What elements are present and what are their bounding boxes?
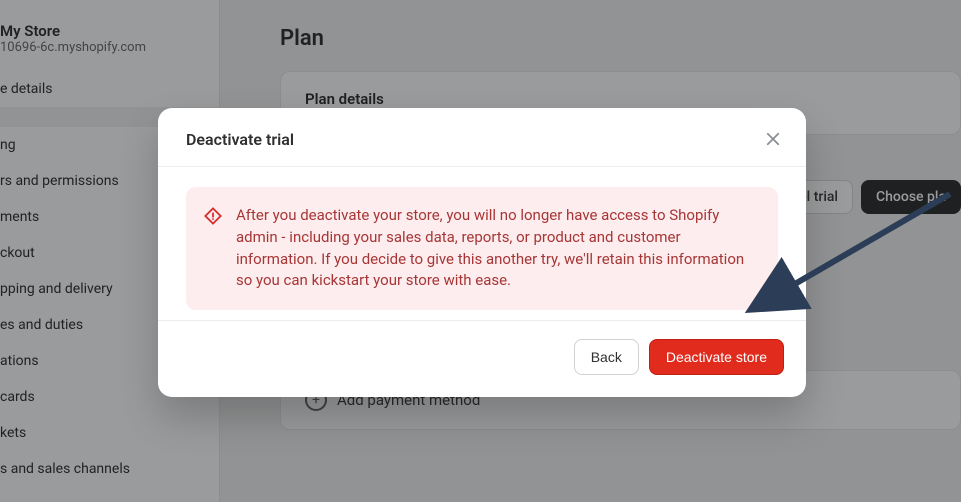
- warning-diamond-icon: [204, 207, 222, 225]
- warning-text: After you deactivate your store, you wil…: [236, 205, 758, 292]
- modal-footer: Back Deactivate store: [158, 320, 806, 397]
- warning-banner: After you deactivate your store, you wil…: [186, 187, 778, 310]
- modal-header: Deactivate trial: [158, 108, 806, 166]
- back-button[interactable]: Back: [574, 339, 639, 375]
- deactivate-trial-modal: Deactivate trial After you deactivate yo…: [158, 108, 806, 397]
- close-icon[interactable]: [762, 128, 784, 150]
- modal-body: After you deactivate your store, you wil…: [158, 166, 806, 320]
- modal-title: Deactivate trial: [186, 130, 294, 149]
- deactivate-store-button[interactable]: Deactivate store: [649, 339, 784, 375]
